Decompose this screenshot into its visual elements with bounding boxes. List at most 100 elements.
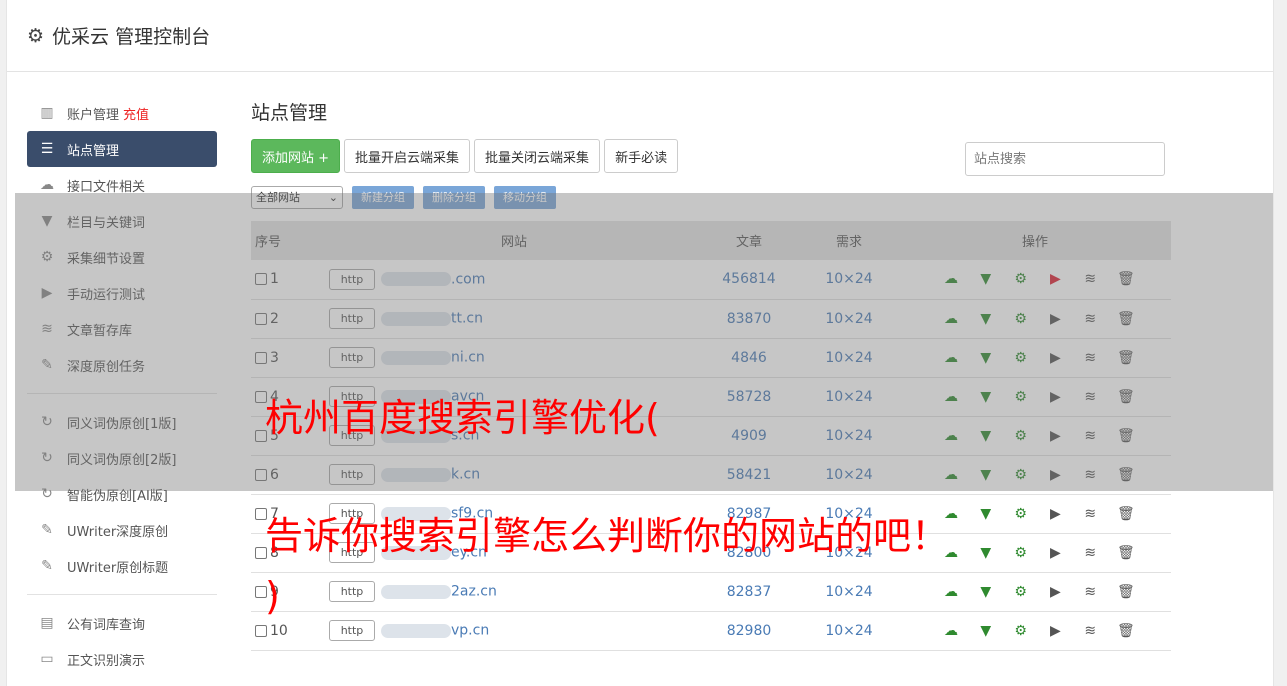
cloud-upload-icon[interactable]: ☁ bbox=[943, 350, 959, 366]
articles-count[interactable]: 82980 bbox=[699, 611, 799, 650]
play-icon[interactable]: ▶ bbox=[1047, 506, 1063, 522]
filter-icon[interactable]: ▼ bbox=[978, 623, 994, 639]
database-icon[interactable]: ≋ bbox=[1082, 584, 1098, 600]
batch-disable-cloud-button[interactable]: 批量关闭云端采集 bbox=[474, 139, 601, 173]
sidebar-item[interactable]: ☁ 接口文件相关 bbox=[27, 167, 217, 203]
gears-icon[interactable]: ⚙ bbox=[1013, 506, 1029, 522]
sidebar-item[interactable]: ⚙ 采集细节设置 bbox=[27, 239, 217, 275]
sidebar-item[interactable]: ▥ 账户管理 充值 bbox=[27, 95, 217, 131]
articles-count[interactable]: 82837 bbox=[699, 572, 799, 611]
articles-count[interactable]: 58728 bbox=[699, 377, 799, 416]
row-checkbox[interactable] bbox=[255, 429, 267, 442]
demand-value[interactable]: 10×24 bbox=[799, 533, 899, 572]
cloud-upload-icon[interactable]: ☁ bbox=[943, 428, 959, 444]
play-icon[interactable]: ▶ bbox=[1047, 428, 1063, 444]
row-checkbox[interactable] bbox=[255, 546, 267, 559]
beginner-guide-button[interactable]: 新手必读 bbox=[604, 139, 679, 173]
sidebar-item[interactable]: ▼ 栏目与关键词 bbox=[27, 203, 217, 239]
site-domain-link[interactable]: sf9.cn bbox=[451, 506, 493, 522]
sidebar-item[interactable]: ✎ UWriter原创标题 bbox=[27, 548, 217, 584]
demand-value[interactable]: 10×24 bbox=[799, 494, 899, 533]
database-icon[interactable]: ≋ bbox=[1082, 350, 1098, 366]
site-domain-link[interactable]: ey.cn bbox=[451, 545, 487, 561]
play-icon[interactable]: ▶ bbox=[1047, 271, 1063, 287]
trash-icon[interactable]: 🗑 bbox=[1117, 623, 1135, 639]
filter-icon[interactable]: ▼ bbox=[978, 389, 994, 405]
site-domain-link[interactable]: .com bbox=[451, 271, 485, 287]
add-site-button[interactable]: 添加网站 + bbox=[251, 139, 341, 173]
filter-icon[interactable]: ▼ bbox=[978, 545, 994, 561]
gears-icon[interactable]: ⚙ bbox=[1013, 311, 1029, 327]
recharge-link[interactable]: 充值 bbox=[123, 104, 149, 123]
row-checkbox[interactable] bbox=[255, 624, 267, 637]
articles-count[interactable]: 58421 bbox=[699, 455, 799, 494]
sidebar-item[interactable]: ✎ 深度原创任务 bbox=[27, 347, 217, 383]
demand-value[interactable]: 10×24 bbox=[799, 338, 899, 377]
trash-icon[interactable]: 🗑 bbox=[1117, 584, 1135, 600]
articles-count[interactable]: 82987 bbox=[699, 494, 799, 533]
database-icon[interactable]: ≋ bbox=[1082, 623, 1098, 639]
row-checkbox[interactable] bbox=[255, 390, 267, 403]
site-filter-select[interactable]: 全部网站 ⌄ bbox=[251, 185, 343, 209]
row-checkbox[interactable] bbox=[255, 312, 267, 325]
filter-icon[interactable]: ▼ bbox=[978, 350, 994, 366]
sidebar-item[interactable]: ▶ 手动运行测试 bbox=[27, 275, 217, 311]
row-checkbox[interactable] bbox=[255, 273, 267, 286]
site-domain-link[interactable]: ni.cn bbox=[451, 350, 485, 366]
site-search-input[interactable] bbox=[965, 142, 1165, 176]
sidebar-item[interactable]: ↻ 同义词伪原创[1版] bbox=[27, 404, 217, 440]
cloud-upload-icon[interactable]: ☁ bbox=[943, 271, 959, 287]
database-icon[interactable]: ≋ bbox=[1082, 271, 1098, 287]
cloud-upload-icon[interactable]: ☁ bbox=[943, 311, 959, 327]
sidebar-item[interactable]: ↻ 智能伪原创[AI版] bbox=[27, 476, 217, 512]
gears-icon[interactable]: ⚙ bbox=[1013, 584, 1029, 600]
play-icon[interactable]: ▶ bbox=[1047, 467, 1063, 483]
articles-count[interactable]: 83870 bbox=[699, 299, 799, 338]
articles-count[interactable]: 82800 bbox=[699, 533, 799, 572]
play-icon[interactable]: ▶ bbox=[1047, 350, 1063, 366]
row-checkbox[interactable] bbox=[255, 507, 267, 520]
site-domain-link[interactable]: 2az.cn bbox=[451, 584, 497, 600]
demand-value[interactable]: 10×24 bbox=[799, 260, 899, 299]
demand-value[interactable]: 10×24 bbox=[799, 455, 899, 494]
demand-value[interactable]: 10×24 bbox=[799, 299, 899, 338]
trash-icon[interactable]: 🗑 bbox=[1117, 350, 1135, 366]
site-domain-link[interactable]: s.cn bbox=[451, 428, 479, 444]
site-domain-link[interactable]: vp.cn bbox=[451, 623, 489, 639]
sidebar-item[interactable]: ↻ 同义词伪原创[2版] bbox=[27, 440, 217, 476]
cloud-upload-icon[interactable]: ☁ bbox=[943, 506, 959, 522]
play-icon[interactable]: ▶ bbox=[1047, 311, 1063, 327]
filter-icon[interactable]: ▼ bbox=[978, 584, 994, 600]
row-checkbox[interactable] bbox=[255, 585, 267, 598]
row-checkbox[interactable] bbox=[255, 468, 267, 481]
database-icon[interactable]: ≋ bbox=[1082, 389, 1098, 405]
filter-icon[interactable]: ▼ bbox=[978, 271, 994, 287]
filter-icon[interactable]: ▼ bbox=[978, 428, 994, 444]
gears-icon[interactable]: ⚙ bbox=[1013, 271, 1029, 287]
database-icon[interactable]: ≋ bbox=[1082, 467, 1098, 483]
cloud-upload-icon[interactable]: ☁ bbox=[943, 584, 959, 600]
demand-value[interactable]: 10×24 bbox=[799, 611, 899, 650]
delete-group-button[interactable]: 删除分组 bbox=[423, 185, 485, 209]
play-icon[interactable]: ▶ bbox=[1047, 389, 1063, 405]
new-group-button[interactable]: 新建分组 bbox=[352, 185, 414, 209]
sidebar-item[interactable]: ☰ 站点管理 bbox=[27, 131, 217, 167]
demand-value[interactable]: 10×24 bbox=[799, 416, 899, 455]
gears-icon[interactable]: ⚙ bbox=[1013, 623, 1029, 639]
articles-count[interactable]: 4909 bbox=[699, 416, 799, 455]
trash-icon[interactable]: 🗑 bbox=[1117, 506, 1135, 522]
articles-count[interactable]: 456814 bbox=[699, 260, 799, 299]
site-domain-link[interactable]: tt.cn bbox=[451, 311, 483, 327]
site-domain-link[interactable]: avcn bbox=[451, 389, 484, 405]
trash-icon[interactable]: 🗑 bbox=[1117, 271, 1135, 287]
trash-icon[interactable]: 🗑 bbox=[1117, 389, 1135, 405]
cloud-upload-icon[interactable]: ☁ bbox=[943, 467, 959, 483]
move-group-button[interactable]: 移动分组 bbox=[494, 185, 556, 209]
trash-icon[interactable]: 🗑 bbox=[1117, 545, 1135, 561]
demand-value[interactable]: 10×24 bbox=[799, 572, 899, 611]
database-icon[interactable]: ≋ bbox=[1082, 428, 1098, 444]
cloud-upload-icon[interactable]: ☁ bbox=[943, 389, 959, 405]
trash-icon[interactable]: 🗑 bbox=[1117, 428, 1135, 444]
trash-icon[interactable]: 🗑 bbox=[1117, 467, 1135, 483]
site-domain-link[interactable]: k.cn bbox=[451, 467, 480, 483]
